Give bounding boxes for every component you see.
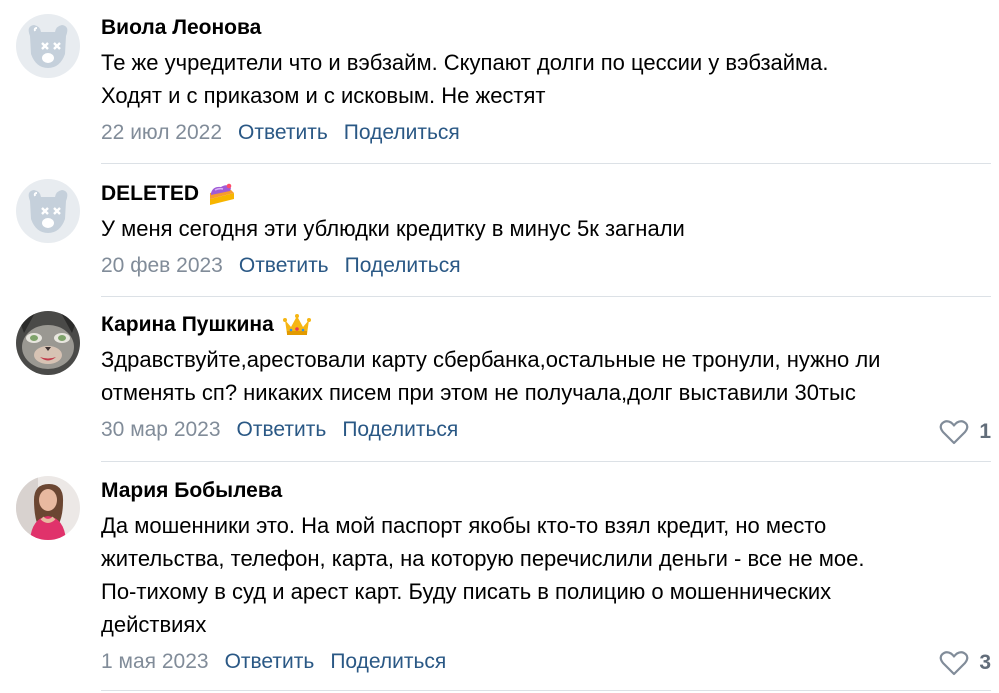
avatar-woman-photo[interactable] [16,476,80,540]
reply-button[interactable]: Ответить [238,118,328,148]
divider [101,690,991,691]
share-button[interactable]: Поделиться [342,415,458,445]
avatar-cat-face[interactable] [16,311,80,375]
like-count: 1 [979,420,991,443]
comment-body: Карина Пушкина Здравствуйте,арестовали к… [101,311,991,445]
comment-text: Те же учредители что и вэбзайм. Скупают … [101,50,829,108]
like-count: 3 [979,651,991,674]
share-button[interactable]: Поделиться [330,647,446,677]
avatar-deleted-dog[interactable] [16,14,80,78]
comment-text: Да мошенники это. На мой паспорт якобы к… [101,513,865,637]
comment-author[interactable]: DELETED [101,180,991,208]
divider [101,296,991,297]
comment-date[interactable]: 1 мая 2023 [101,647,209,677]
comment-meta: 1 мая 2023 Ответить Поделиться [101,647,991,677]
reply-button[interactable]: Ответить [237,415,327,445]
comment-author[interactable]: Карина Пушкина [101,311,991,339]
comment-meta: 20 фев 2023 Ответить Поделиться [101,251,991,281]
heart-icon [939,420,969,445]
heart-icon [939,651,969,676]
author-name[interactable]: Мария Бобылева [101,477,282,505]
comment-meta: 22 июл 2022 Ответить Поделиться [101,118,991,148]
comment-date[interactable]: 30 мар 2023 [101,415,221,445]
cake-icon [207,181,237,207]
author-name[interactable]: DELETED [101,180,199,208]
reply-button[interactable]: Ответить [225,647,315,677]
woman-photo-icon [16,476,80,540]
comment-date[interactable]: 22 июл 2022 [101,118,222,148]
dog-avatar-icon [16,179,80,243]
cat-face-icon [16,311,80,375]
author-name[interactable]: Карина Пушкина [101,311,274,339]
comment-text: Здравствуйте,арестовали карту сбербанка,… [101,347,881,405]
dog-avatar-icon [16,14,80,78]
comment-body: Виола Леонова Те же учредители что и вэб… [101,14,991,148]
like-button[interactable]: 3 [939,650,991,676]
avatar-deleted-dog[interactable] [16,179,80,243]
divider [101,163,991,164]
comment-meta: 30 мар 2023 Ответить Поделиться [101,415,991,445]
comment-author[interactable]: Виола Леонова [101,14,991,42]
author-name[interactable]: Виола Леонова [101,14,261,42]
comment-text: У меня сегодня эти ублюдки кредитку в ми… [101,216,685,241]
comment-author[interactable]: Мария Бобылева [101,477,991,505]
crown-icon [282,312,312,338]
share-button[interactable]: Поделиться [344,118,460,148]
comment-body: DELETED У меня сегодня эти ублюдки креди… [101,180,991,281]
comment-body: Мария Бобылева Да мошенники это. На мой … [101,477,991,677]
comment-date[interactable]: 20 фев 2023 [101,251,223,281]
reply-button[interactable]: Ответить [239,251,329,281]
like-button[interactable]: 1 [939,419,991,445]
share-button[interactable]: Поделиться [345,251,461,281]
divider [101,461,991,462]
